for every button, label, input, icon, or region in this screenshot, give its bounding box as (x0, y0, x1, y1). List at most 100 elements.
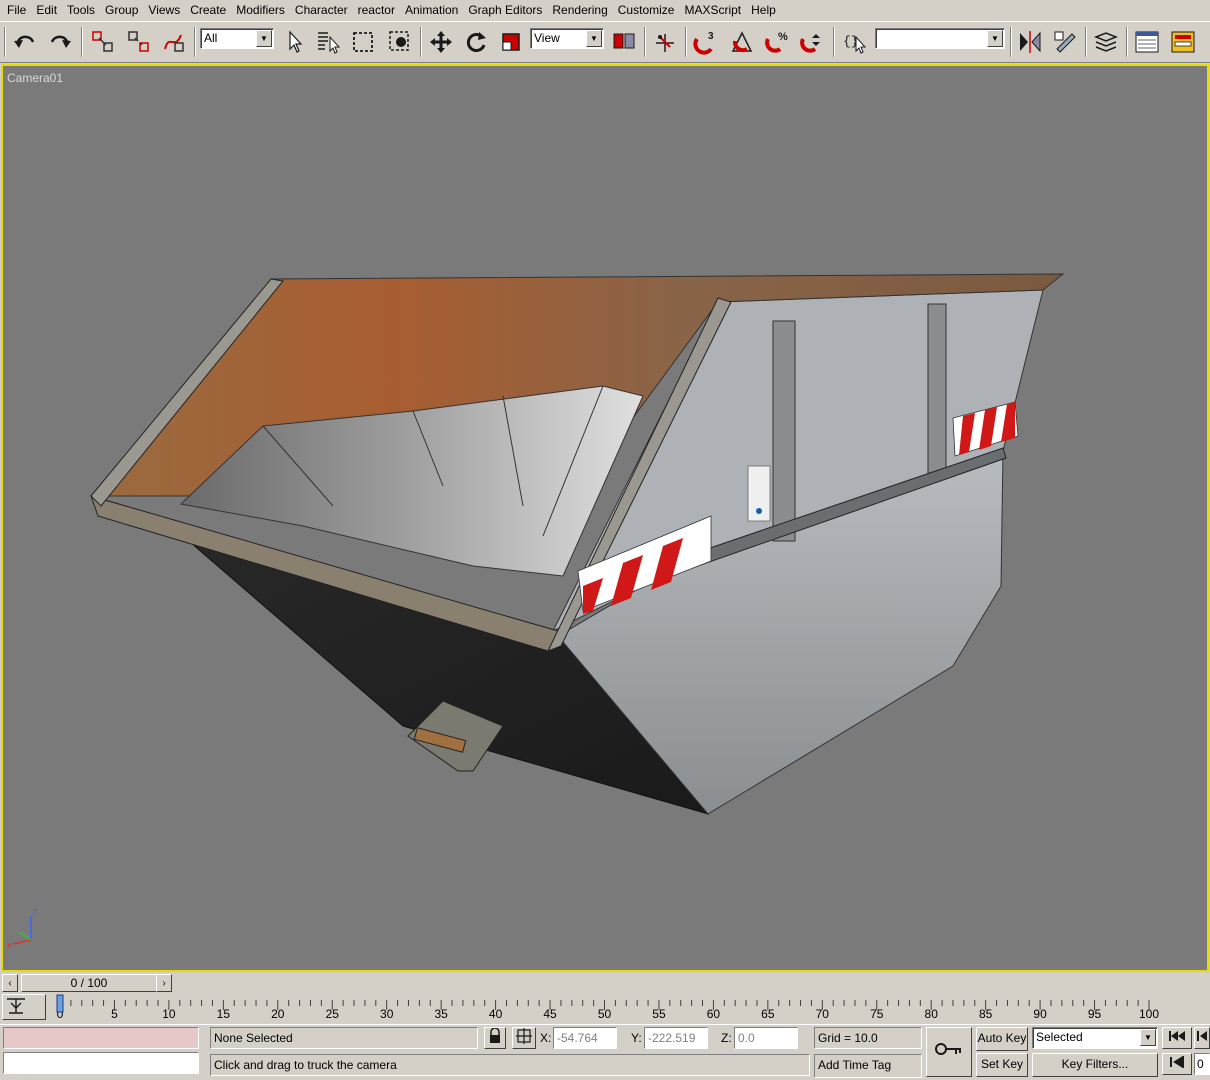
bind-to-space-warp-button[interactable] (159, 26, 189, 58)
set-key-mode-toggle[interactable] (926, 1027, 972, 1077)
toolbar-separator (1010, 27, 1012, 57)
menu-group[interactable]: Group (100, 1, 143, 20)
snaps-toggle-button[interactable]: 3 (691, 26, 721, 58)
time-slider-next-button[interactable]: › (156, 974, 172, 992)
menu-maxscript[interactable]: MAXScript (679, 1, 746, 20)
window-crossing-button[interactable] (385, 26, 415, 58)
menu-create[interactable]: Create (185, 1, 231, 20)
go-to-start-button[interactable] (1162, 1027, 1192, 1049)
absolute-mode-transform-toggle[interactable] (512, 1027, 536, 1049)
schematic-view-button[interactable] (1168, 26, 1198, 58)
angle-snap-toggle-button[interactable] (727, 26, 757, 58)
select-by-name-button[interactable] (313, 26, 343, 58)
percent-snap-icon: % (765, 31, 788, 53)
spinner-snap-toggle-button[interactable] (797, 26, 827, 58)
mirror-icon (1020, 31, 1041, 53)
named-selection-sets-dropdown[interactable]: ▼ (875, 28, 1005, 49)
undo-button[interactable] (10, 26, 40, 58)
chevron-down-icon[interactable]: ▼ (1140, 1029, 1156, 1046)
select-and-rotate-button[interactable] (461, 26, 491, 58)
selection-status: None Selected (210, 1027, 478, 1049)
selection-filter-value: All (204, 31, 218, 45)
axis-x-label: x (7, 940, 12, 950)
container-rib (927, 303, 947, 475)
y-coordinate-label: Y: (631, 1031, 642, 1045)
grid-size-readout: Grid = 10.0 (814, 1027, 922, 1049)
menu-bar: File Edit Tools Group Views Create Modif… (0, 0, 1210, 21)
z-coordinate-field[interactable]: 0.0 (734, 1027, 798, 1049)
time-slider-track[interactable]: ‹ 0 / 100 › (2, 973, 172, 992)
mirror-button[interactable] (1015, 26, 1045, 58)
menu-views[interactable]: Views (143, 1, 185, 20)
snap-magnet-icon: 3 (693, 31, 714, 55)
chevron-down-icon[interactable]: ▼ (256, 30, 272, 47)
key-mode-dropdown[interactable]: Selected ▼ (1032, 1027, 1158, 1049)
camera-viewport[interactable]: Camera01 z x (1, 64, 1209, 972)
track-ruler[interactable]: 0 5 10 15 20 25 30 35 40 45 50 55 60 65 70 75 80 85 90 95 10… (0, 992, 1210, 1024)
percent-snap-label: % (778, 31, 788, 43)
select-object-button[interactable] (280, 26, 310, 58)
y-coordinate-field[interactable]: -222.519 (644, 1027, 708, 1049)
chevron-down-icon[interactable]: ▼ (586, 30, 602, 47)
use-pivot-point-center-button[interactable] (609, 26, 639, 58)
x-coordinate-label: X: (540, 1031, 552, 1045)
menu-file[interactable]: File (2, 1, 31, 20)
angle-snap-icon (731, 31, 753, 53)
menu-tools[interactable]: Tools (62, 1, 100, 20)
redo-button[interactable] (45, 26, 75, 58)
axis-tripod: z x (7, 906, 38, 950)
unlink-selection-button[interactable] (124, 26, 154, 58)
lock-icon (490, 1027, 500, 1043)
container-decal-dot (756, 508, 762, 514)
spinner-snap-icon (800, 34, 820, 53)
add-time-tag-button[interactable]: Add Time Tag (814, 1054, 922, 1078)
edit-named-selection-button[interactable]: {} (839, 26, 869, 58)
axis-z-label: z (33, 906, 38, 916)
reference-coordinate-dropdown[interactable]: View ▼ (530, 28, 604, 49)
menu-customize[interactable]: Customize (613, 1, 680, 20)
layer-manager-button[interactable] (1091, 26, 1121, 58)
maxscript-input[interactable] (3, 1052, 199, 1074)
menu-help[interactable]: Help (746, 1, 781, 20)
selection-lock-toggle[interactable] (484, 1027, 506, 1049)
chevron-right-icon: › (162, 977, 166, 989)
menu-graph-editors[interactable]: Graph Editors (463, 1, 547, 20)
previous-frame-icon (1197, 1031, 1207, 1041)
select-and-link-button[interactable] (88, 26, 118, 58)
chevron-down-icon[interactable]: ▼ (987, 30, 1003, 47)
percent-snap-toggle-button[interactable]: % (762, 26, 792, 58)
toolbar-separator (81, 27, 83, 57)
select-and-scale-button[interactable] (496, 26, 526, 58)
link-icon (92, 31, 113, 52)
select-and-move-button[interactable] (426, 26, 456, 58)
key-mode-toggle[interactable] (1162, 1053, 1192, 1075)
menu-edit[interactable]: Edit (31, 1, 62, 20)
menu-rendering[interactable]: Rendering (547, 1, 612, 20)
menu-modifiers[interactable]: Modifiers (231, 1, 290, 20)
selection-rectangle-icon (353, 32, 373, 52)
layers-icon (1093, 32, 1119, 52)
current-frame-field[interactable]: 0 (1194, 1053, 1210, 1075)
selection-filter-dropdown[interactable]: All ▼ (200, 28, 274, 49)
current-frame-marker[interactable] (56, 994, 64, 1013)
maxscript-listener-mini[interactable] (3, 1027, 199, 1049)
curve-editor-button[interactable] (1132, 26, 1162, 58)
menu-reactor[interactable]: reactor (353, 1, 400, 20)
align-button[interactable] (1050, 26, 1080, 58)
time-slider[interactable]: ‹ 0 / 100 › (0, 972, 1210, 992)
rectangular-selection-region-button[interactable] (348, 26, 378, 58)
set-key-button[interactable]: Set Key (976, 1053, 1028, 1077)
track-bar[interactable]: 0 5 10 15 20 25 30 35 40 45 50 55 60 65 70 75 80 85 90 95 10… (0, 992, 1210, 1024)
toolbar-separator (1126, 27, 1128, 57)
time-slider-thumb[interactable]: 0 / 100 (21, 974, 157, 992)
menu-character[interactable]: Character (290, 1, 353, 20)
auto-key-button[interactable]: Auto Key (976, 1027, 1028, 1051)
key-filters-button[interactable]: Key Filters... (1032, 1053, 1158, 1077)
move-icon (430, 31, 452, 53)
menu-animation[interactable]: Animation (400, 1, 463, 20)
undo-icon (14, 35, 35, 48)
x-coordinate-field[interactable]: -54.764 (553, 1027, 617, 1049)
time-slider-prev-button[interactable]: ‹ (2, 974, 18, 992)
previous-frame-button[interactable] (1194, 1027, 1210, 1049)
select-and-manipulate-button[interactable] (650, 26, 680, 58)
